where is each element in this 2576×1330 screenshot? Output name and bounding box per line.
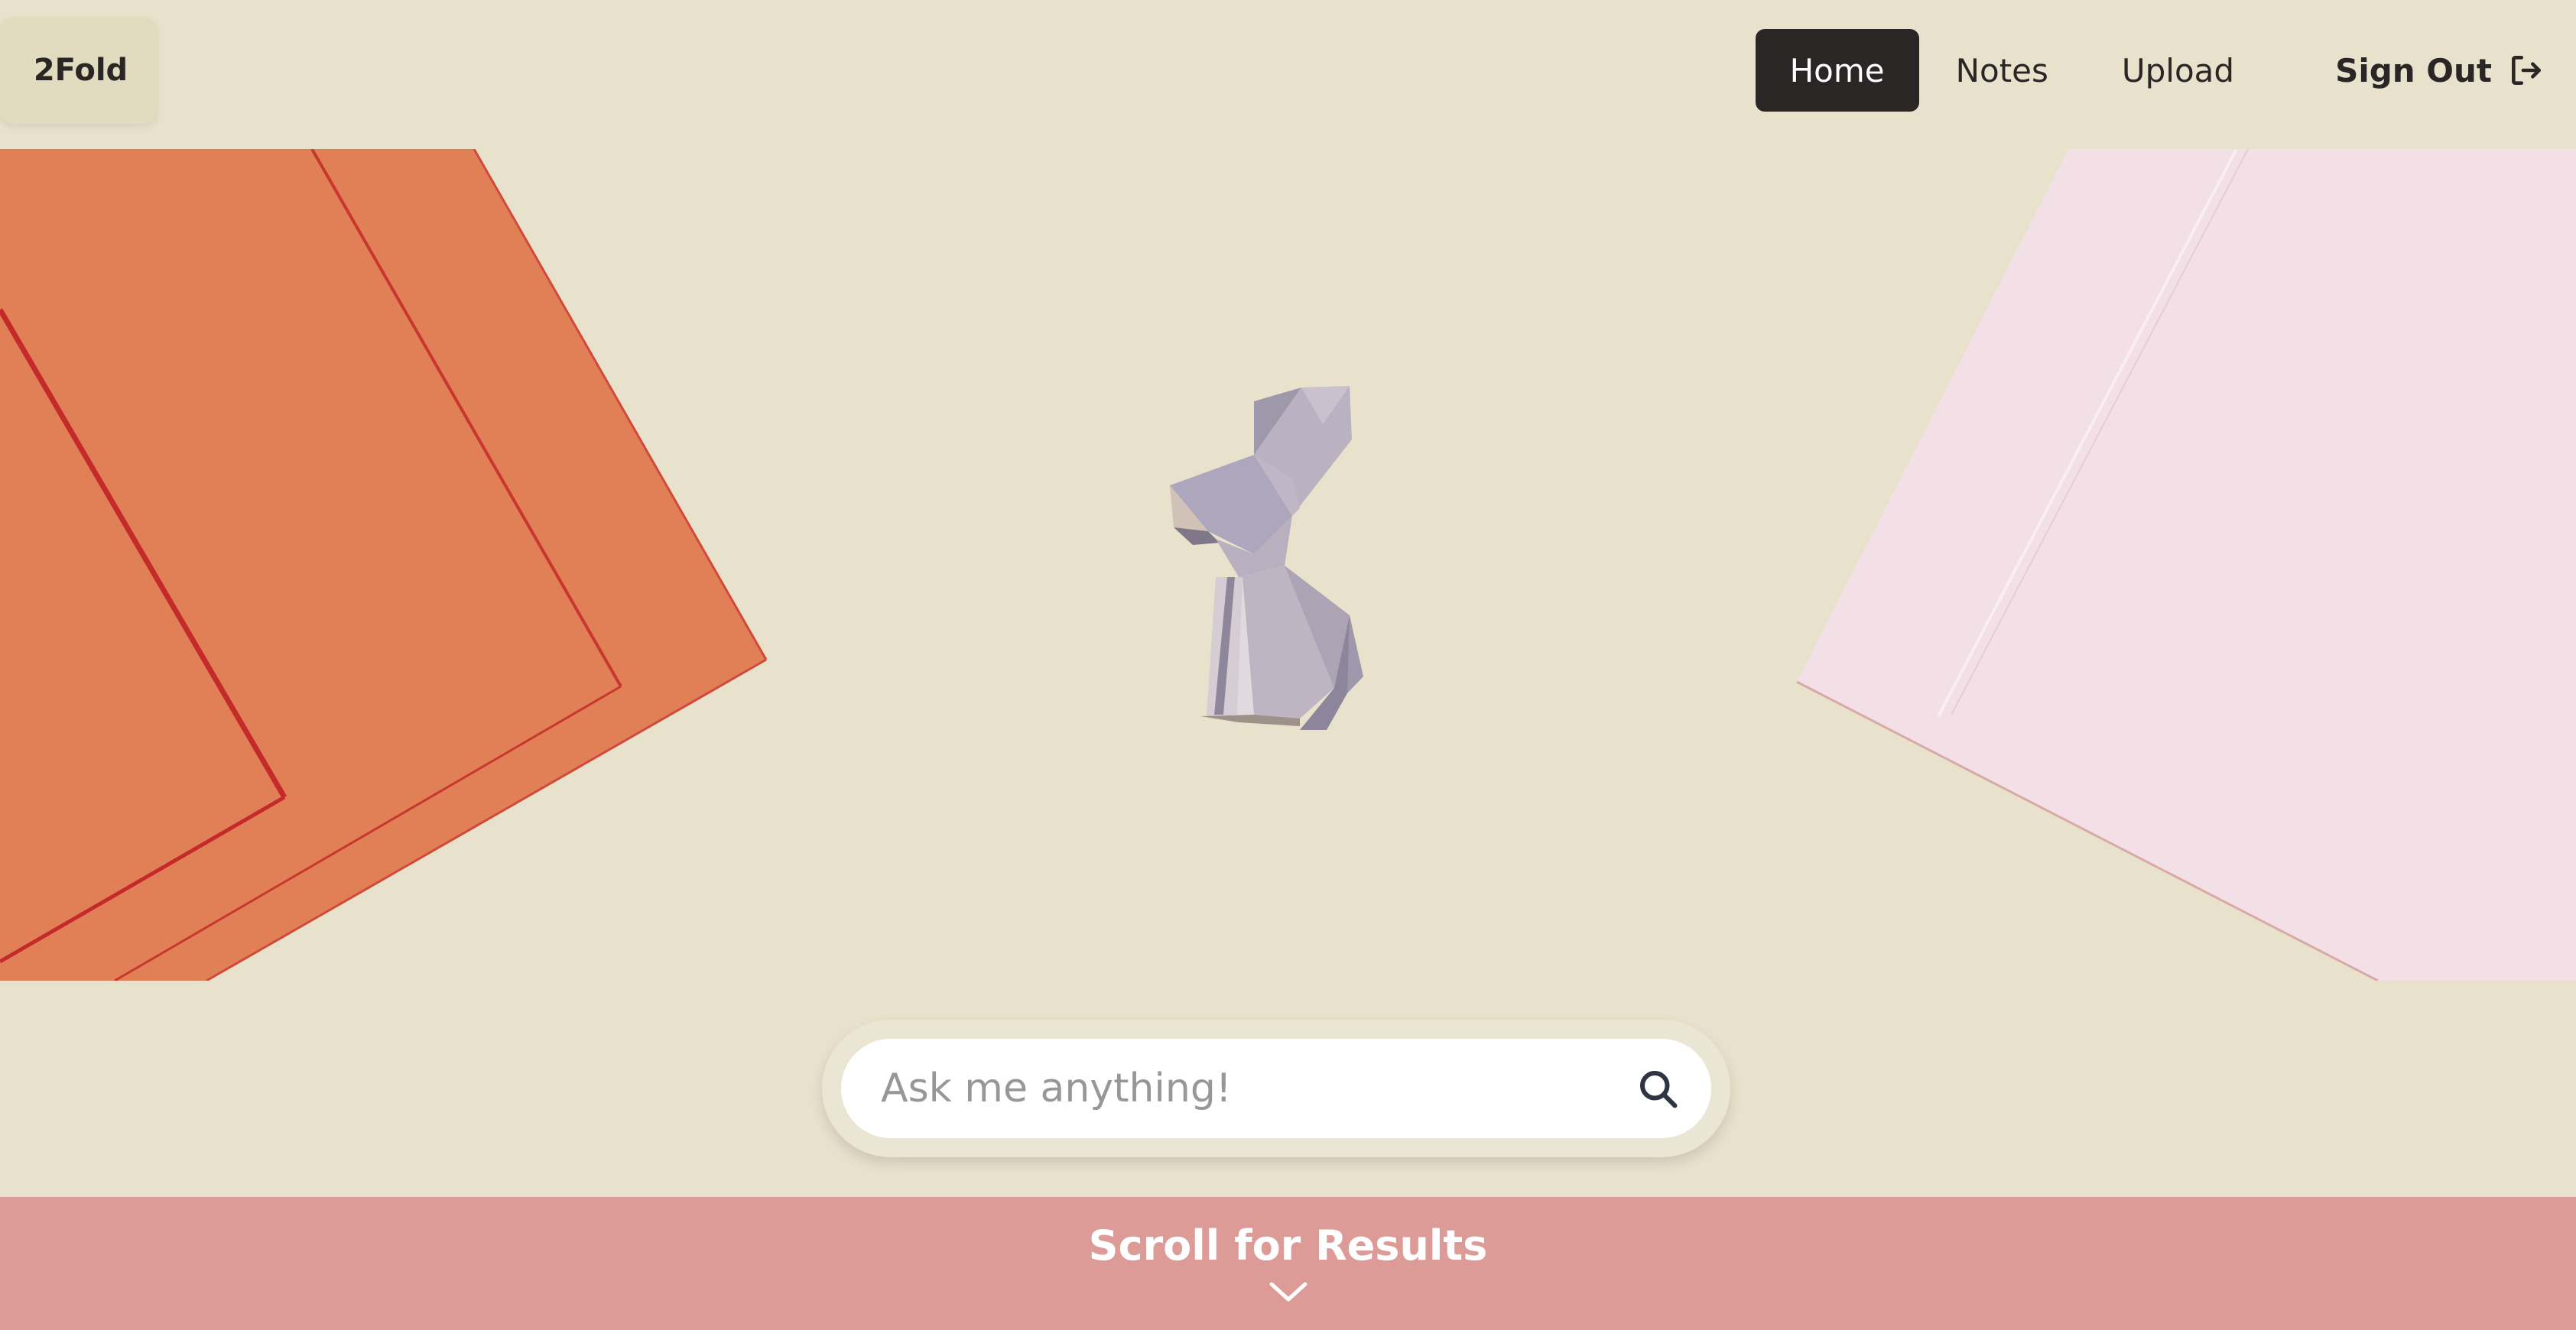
- left-paper-sheets: [0, 149, 768, 981]
- origami-rabbit: [1170, 386, 1363, 730]
- nav-upload-label: Upload: [2121, 51, 2235, 89]
- sign-out-icon: [2507, 51, 2545, 89]
- nav-home[interactable]: Home: [1755, 29, 1919, 112]
- nav-notes[interactable]: Notes: [1919, 29, 2085, 112]
- main-nav: Home Notes Upload Sign Out: [1755, 29, 2545, 112]
- search-icon[interactable]: [1635, 1066, 1681, 1111]
- right-paper-sheets: [1796, 149, 2576, 981]
- search-field: [841, 1038, 1711, 1139]
- logo-label: 2Fold: [33, 53, 128, 88]
- nav-home-label: Home: [1789, 51, 1885, 89]
- logo-button[interactable]: 2Fold: [0, 17, 157, 124]
- hero-illustration: [0, 149, 2576, 981]
- page: 2Fold Home Notes Upload Sign Out Ask me …: [0, 0, 2576, 1330]
- sign-out-button[interactable]: Sign Out: [2298, 29, 2545, 112]
- chevron-down-icon[interactable]: [1267, 1278, 1310, 1306]
- scroll-for-results-label: Scroll for Results: [1088, 1221, 1488, 1270]
- search-input[interactable]: [879, 1038, 1635, 1139]
- sign-out-label: Sign Out: [2335, 51, 2492, 89]
- search-bar: [822, 1020, 1730, 1157]
- scroll-for-results-bar[interactable]: Scroll for Results: [0, 1197, 2576, 1330]
- nav-notes-label: Notes: [1955, 51, 2048, 89]
- nav-upload[interactable]: Upload: [2085, 29, 2271, 112]
